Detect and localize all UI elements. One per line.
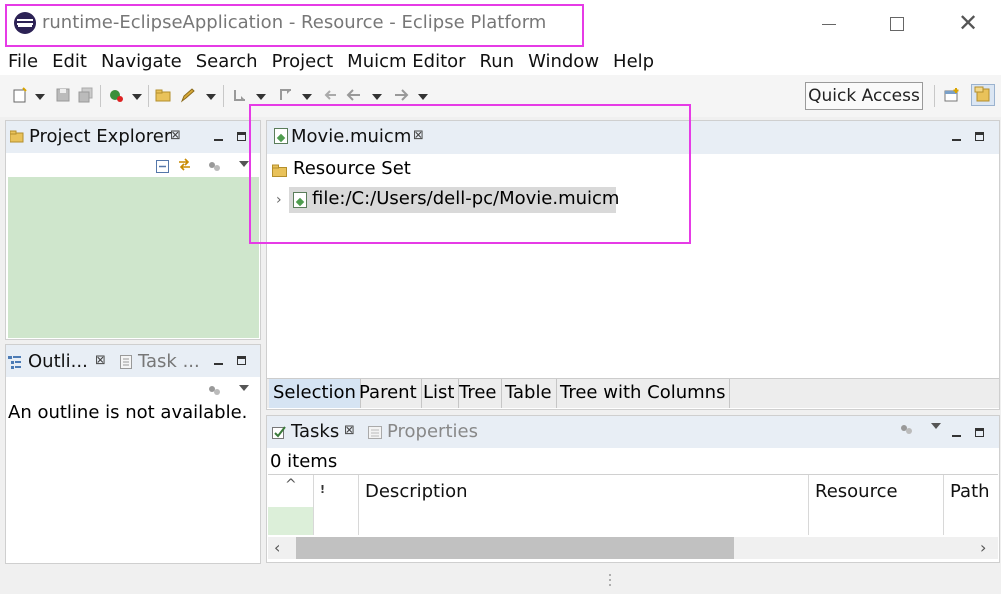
priority-column-header[interactable]: ! <box>320 483 325 496</box>
tasks-close-icon[interactable]: ⊠ <box>344 423 355 438</box>
task-list-icon <box>120 354 132 369</box>
outline-panel <box>5 344 261 564</box>
properties-icon <box>368 424 382 439</box>
save-all-icon[interactable] <box>78 87 94 103</box>
save-icon[interactable] <box>55 87 71 103</box>
menu-file[interactable]: File <box>0 51 45 72</box>
link-with-editor-icon[interactable] <box>177 157 192 172</box>
new-icon[interactable] <box>12 87 28 103</box>
editor-maximize-icon[interactable] <box>975 126 984 145</box>
scroll-right-icon[interactable]: › <box>980 538 986 557</box>
page-tab-tree[interactable]: Tree <box>455 379 502 408</box>
view-menu-dropdown-icon[interactable] <box>239 161 249 167</box>
menu-window[interactable]: Window <box>521 51 606 72</box>
menu-navigate[interactable]: Navigate <box>94 51 189 72</box>
properties-tab[interactable]: Properties <box>387 421 478 442</box>
horizontal-scrollbar-thumb[interactable] <box>296 537 734 559</box>
back-icon[interactable] <box>346 87 362 103</box>
editor-page-tabs: Selection Parent List Tree Table Tree wi… <box>267 378 999 408</box>
editor-highlight-box <box>249 104 691 244</box>
project-explorer-tree[interactable] <box>8 177 259 338</box>
next-annotation-icon[interactable] <box>232 87 248 103</box>
tasks-view-menu-icon[interactable] <box>900 421 914 434</box>
outline-minimize-icon[interactable] <box>214 350 223 369</box>
minimize-button[interactable] <box>794 0 864 47</box>
project-explorer-close-icon[interactable]: ⊠ <box>170 128 181 143</box>
menu-search[interactable]: Search <box>189 51 265 72</box>
tasks-maximize-icon[interactable] <box>975 422 984 441</box>
tasks-item-count: 0 items <box>270 451 338 472</box>
quick-access-field[interactable]: Quick Access <box>805 82 923 110</box>
description-column-header[interactable]: Description <box>365 481 468 502</box>
forward-dropdown-icon[interactable] <box>418 94 428 100</box>
task-list-tab[interactable]: Task ... <box>138 351 200 372</box>
outline-message: An outline is not available. <box>8 402 248 423</box>
menu-muicm-editor[interactable]: Muicm Editor <box>340 51 472 72</box>
project-explorer-tab[interactable]: Project Explorer <box>29 126 171 147</box>
page-tab-table[interactable]: Table <box>501 379 557 408</box>
editor-minimize-icon[interactable] <box>952 126 961 145</box>
maximize-icon <box>890 17 904 31</box>
debug-icon[interactable] <box>108 87 124 103</box>
open-folder-icon[interactable] <box>155 87 171 103</box>
page-tab-selection[interactable]: Selection <box>269 379 361 408</box>
back-dropdown-icon[interactable] <box>372 94 382 100</box>
title-highlight-box <box>5 4 584 47</box>
outline-maximize-icon[interactable] <box>237 350 246 369</box>
debug-dropdown-icon[interactable] <box>132 94 142 100</box>
menu-edit[interactable]: Edit <box>45 51 94 72</box>
sort-ascending-icon[interactable]: ^ <box>285 477 297 493</box>
collapse-all-icon[interactable] <box>156 158 169 173</box>
resource-column-header[interactable]: Resource <box>815 481 898 502</box>
next-annotation-dropdown-icon[interactable] <box>256 94 266 100</box>
resource-perspective-button[interactable] <box>971 84 995 106</box>
new-dropdown-icon[interactable] <box>35 94 45 100</box>
view-menu-icon[interactable] <box>208 158 222 171</box>
outline-tab[interactable]: Outli... <box>28 351 88 372</box>
page-tab-list[interactable]: List <box>419 379 460 408</box>
close-button[interactable]: ✕ <box>933 0 1001 47</box>
project-explorer-icon <box>9 128 24 143</box>
last-edit-icon[interactable] <box>322 87 338 103</box>
tasks-minimize-icon[interactable] <box>952 422 961 441</box>
maximize-button[interactable] <box>862 0 932 47</box>
scroll-left-icon[interactable]: ‹ <box>274 538 280 557</box>
pencil-dropdown-icon[interactable] <box>206 94 216 100</box>
page-tab-tree-with-columns[interactable]: Tree with Columns <box>556 379 731 408</box>
outline-icon <box>8 354 22 369</box>
project-explorer-maximize-icon[interactable] <box>237 126 246 145</box>
completed-column-cell <box>268 507 313 535</box>
project-explorer-minimize-icon[interactable] <box>214 126 223 145</box>
outline-close-icon[interactable]: ⊠ <box>95 353 106 368</box>
open-perspective-icon[interactable] <box>944 87 960 103</box>
status-bar-grip-icon[interactable] <box>608 572 612 588</box>
outline-view-menu-icon[interactable] <box>208 382 222 395</box>
pencil-icon[interactable] <box>180 87 196 103</box>
menu-run[interactable]: Run <box>473 51 522 72</box>
menu-bar: File Edit Navigate Search Project Muicm … <box>0 47 1001 75</box>
tasks-table[interactable]: ^ ! Description Resource Path <box>268 474 998 536</box>
menu-project[interactable]: Project <box>265 51 341 72</box>
tasks-tab[interactable]: Tasks <box>291 421 339 442</box>
menu-help[interactable]: Help <box>606 51 661 72</box>
tasks-icon <box>272 424 287 439</box>
prev-annotation-dropdown-icon[interactable] <box>302 94 312 100</box>
forward-icon[interactable] <box>393 87 409 103</box>
page-tab-parent[interactable]: Parent <box>355 379 422 408</box>
prev-annotation-icon[interactable] <box>278 87 294 103</box>
minimize-icon <box>822 23 836 25</box>
outline-dropdown-icon[interactable] <box>239 385 249 391</box>
path-column-header[interactable]: Path <box>950 481 990 502</box>
tasks-dropdown-icon[interactable] <box>931 423 941 429</box>
close-icon: ✕ <box>957 9 979 37</box>
